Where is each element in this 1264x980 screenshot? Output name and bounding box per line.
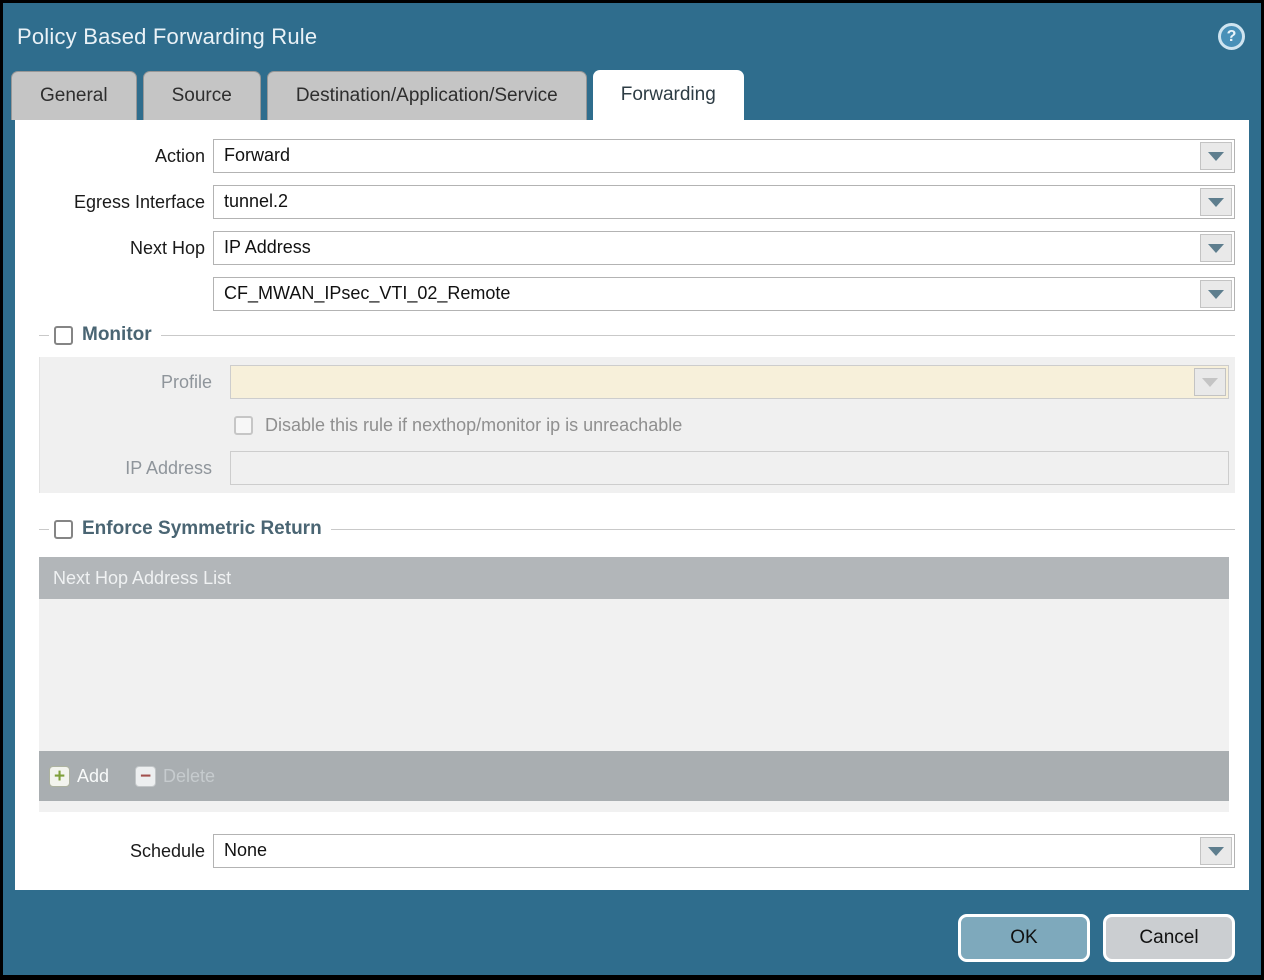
next-hop-address-row: CF_MWAN_IPsec_VTI_02_Remote: [15, 277, 1235, 311]
enforce-legend: Enforce Symmetric Return: [39, 517, 1235, 541]
egress-interface-row: Egress Interface tunnel.2: [15, 185, 1235, 219]
next-hop-address-dropdown-button[interactable]: [1200, 280, 1232, 308]
egress-interface-label: Egress Interface: [15, 185, 213, 219]
schedule-dropdown-button[interactable]: [1200, 837, 1232, 865]
pbf-rule-dialog: Policy Based Forwarding Rule ? General S…: [0, 0, 1264, 980]
help-icon[interactable]: ?: [1218, 23, 1245, 50]
plus-icon: +: [49, 766, 70, 787]
profile-value: [231, 366, 1192, 398]
action-row: Action Forward: [15, 139, 1235, 173]
next-hop-type-dropdown-button[interactable]: [1200, 234, 1232, 262]
tab-bar: General Source Destination/Application/S…: [3, 70, 1261, 120]
enforce-legend-label: Enforce Symmetric Return: [82, 518, 331, 540]
dialog-titlebar: Policy Based Forwarding Rule ?: [3, 3, 1261, 70]
monitor-ip-row: IP Address: [40, 451, 1235, 485]
enforce-symmetric-return-checkbox[interactable]: [54, 520, 73, 539]
action-dropdown-button[interactable]: [1200, 142, 1232, 170]
action-select[interactable]: Forward: [213, 139, 1235, 173]
delete-button-label: Delete: [163, 766, 215, 787]
monitor-legend: Monitor: [39, 323, 1235, 347]
next-hop-address-list-body[interactable]: [39, 599, 1229, 751]
profile-select: [230, 365, 1229, 399]
action-label: Action: [15, 139, 213, 173]
monitor-legend-label: Monitor: [82, 324, 161, 346]
monitor-fieldset: Monitor Profile Disable this rule if nex…: [39, 323, 1235, 493]
next-hop-type-select[interactable]: IP Address: [213, 231, 1235, 265]
fieldset-line: [39, 335, 49, 336]
disable-rule-label: Disable this rule if nexthop/monitor ip …: [265, 415, 682, 436]
action-value: Forward: [214, 140, 1198, 172]
next-hop-address-list-toolbar: + Add − Delete: [39, 751, 1229, 801]
monitor-panel: Profile Disable this rule if nexthop/mon…: [39, 357, 1235, 493]
schedule-value: None: [214, 835, 1198, 867]
monitor-ip-label: IP Address: [40, 451, 220, 485]
add-button-label: Add: [77, 766, 109, 787]
schedule-label: Schedule: [15, 834, 213, 868]
next-hop-row: Next Hop IP Address: [15, 231, 1235, 265]
next-hop-address-list-column-header: Next Hop Address List: [39, 557, 1229, 599]
chevron-down-icon: [1208, 290, 1224, 299]
fieldset-line: [331, 529, 1235, 530]
enforce-symmetric-return-fieldset: Enforce Symmetric Return Next Hop Addres…: [39, 517, 1235, 812]
tab-source[interactable]: Source: [143, 71, 261, 120]
next-hop-address-list-table: Next Hop Address List + Add − Delete: [39, 557, 1229, 812]
chevron-down-icon: [1208, 244, 1224, 253]
dialog-title: Policy Based Forwarding Rule: [17, 24, 317, 50]
disable-rule-checkbox: [234, 416, 253, 435]
monitor-ip-input: [230, 451, 1229, 485]
profile-dropdown-button: [1194, 368, 1226, 396]
cancel-button[interactable]: Cancel: [1103, 914, 1235, 962]
tab-forwarding[interactable]: Forwarding: [593, 70, 744, 120]
tab-general[interactable]: General: [11, 71, 137, 120]
chevron-down-icon: [1202, 378, 1218, 387]
schedule-row: Schedule None: [15, 834, 1235, 868]
chevron-down-icon: [1208, 152, 1224, 161]
next-hop-label: Next Hop: [15, 231, 213, 265]
schedule-select[interactable]: None: [213, 834, 1235, 868]
egress-interface-select[interactable]: tunnel.2: [213, 185, 1235, 219]
dialog-footer: OK Cancel: [3, 890, 1261, 975]
monitor-checkbox[interactable]: [54, 326, 73, 345]
fieldset-line: [161, 335, 1235, 336]
ok-button[interactable]: OK: [958, 914, 1090, 962]
add-button[interactable]: + Add: [49, 766, 109, 787]
next-hop-address-select[interactable]: CF_MWAN_IPsec_VTI_02_Remote: [213, 277, 1235, 311]
egress-interface-value: tunnel.2: [214, 186, 1198, 218]
profile-label: Profile: [40, 365, 220, 399]
tab-panel-forwarding: Action Forward Egress Interface tunnel.2…: [15, 120, 1249, 890]
egress-interface-dropdown-button[interactable]: [1200, 188, 1232, 216]
disable-rule-row: Disable this rule if nexthop/monitor ip …: [234, 410, 1235, 440]
next-hop-address-spacer: [15, 277, 213, 311]
chevron-down-icon: [1208, 847, 1224, 856]
chevron-down-icon: [1208, 198, 1224, 207]
delete-button: − Delete: [135, 766, 215, 787]
next-hop-address-value: CF_MWAN_IPsec_VTI_02_Remote: [214, 278, 1198, 310]
monitor-ip-value: [231, 452, 1228, 484]
profile-row: Profile: [40, 365, 1235, 399]
tab-destination-application-service[interactable]: Destination/Application/Service: [267, 71, 587, 120]
fieldset-line: [39, 529, 49, 530]
next-hop-type-value: IP Address: [214, 232, 1198, 264]
minus-icon: −: [135, 766, 156, 787]
